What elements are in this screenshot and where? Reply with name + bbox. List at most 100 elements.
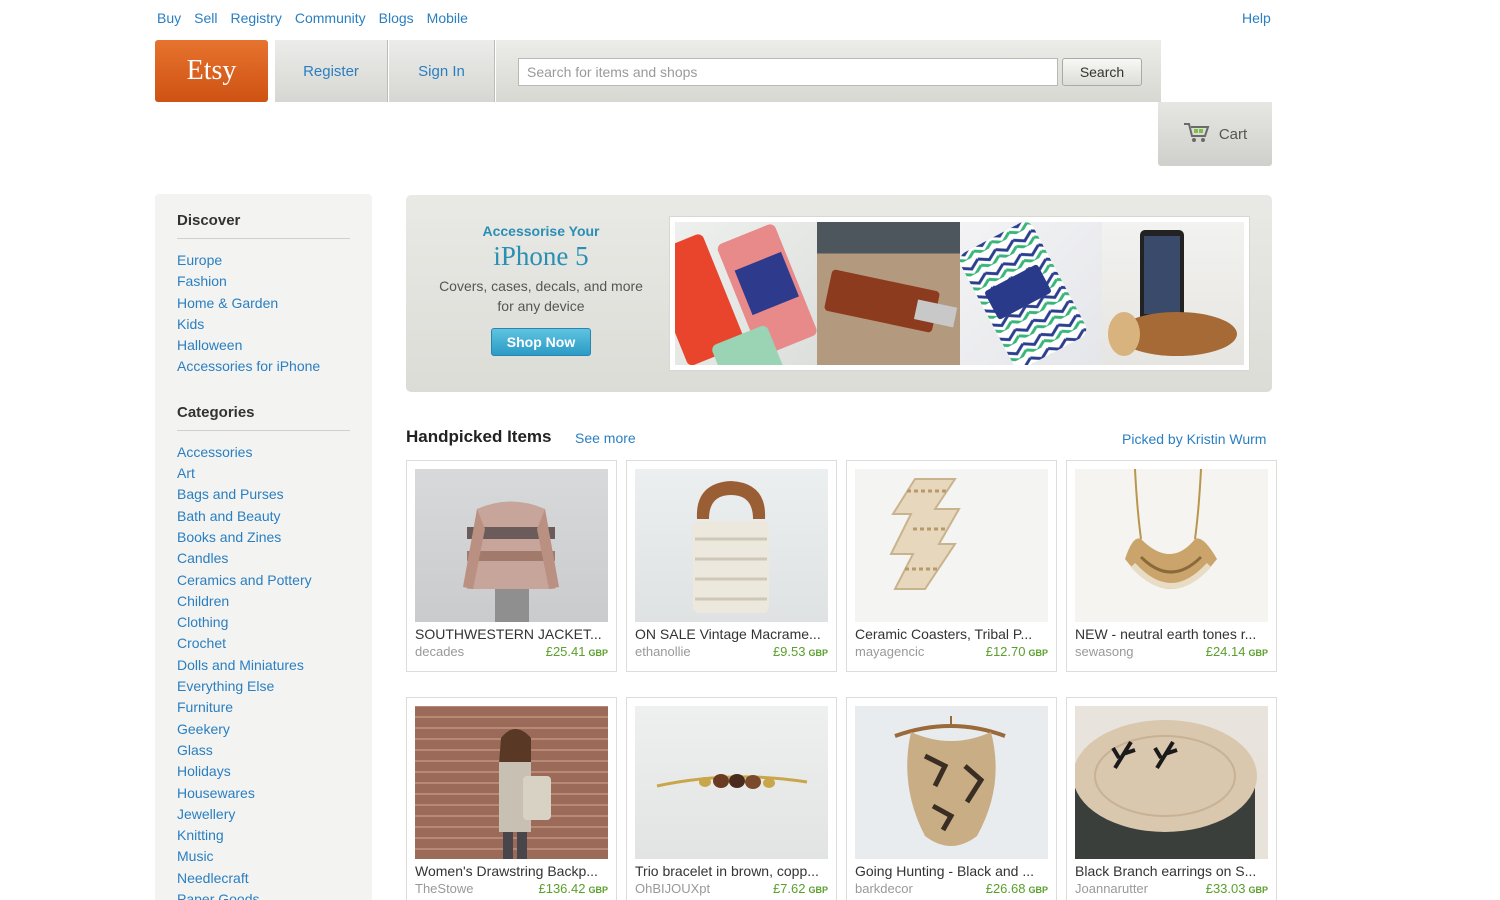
item-title[interactable]: Ceramic Coasters, Tribal P... bbox=[855, 626, 1048, 643]
item-image[interactable] bbox=[415, 706, 608, 859]
item-title[interactable]: Trio bracelet in brown, copp... bbox=[635, 863, 828, 880]
category-item[interactable]: Glass bbox=[177, 740, 350, 761]
item-meta: sewasong £24.14 GBP bbox=[1075, 644, 1268, 659]
item-image[interactable] bbox=[1075, 706, 1268, 859]
category-item[interactable]: Dolls and Miniatures bbox=[177, 655, 350, 676]
item-shop[interactable]: Joannarutter bbox=[1075, 881, 1148, 896]
sign-in-button[interactable]: Sign In bbox=[389, 40, 495, 102]
item-shop[interactable]: mayagencic bbox=[855, 644, 924, 659]
category-item[interactable]: Crochet bbox=[177, 633, 350, 654]
category-item[interactable]: Accessories bbox=[177, 442, 350, 463]
category-item[interactable]: Bath and Beauty bbox=[177, 506, 350, 527]
item-card[interactable]: SOUTHWESTERN JACKET... decades £25.41 GBP bbox=[406, 460, 617, 672]
category-item[interactable]: Geekery bbox=[177, 719, 350, 740]
nav-mobile[interactable]: Mobile bbox=[427, 10, 468, 26]
category-item[interactable]: Everything Else bbox=[177, 676, 350, 697]
item-price-value: £9.53 bbox=[772, 644, 806, 659]
item-shop[interactable]: sewasong bbox=[1075, 644, 1134, 659]
register-button[interactable]: Register bbox=[275, 40, 388, 102]
category-item[interactable]: Needlecraft bbox=[177, 868, 350, 889]
category-item[interactable]: Knitting bbox=[177, 825, 350, 846]
category-item[interactable]: Ceramics and Pottery bbox=[177, 570, 350, 591]
category-item[interactable]: Candles bbox=[177, 548, 350, 569]
nav-community[interactable]: Community bbox=[295, 10, 366, 26]
top-nav: Buy Sell Registry Community Blogs Mobile bbox=[157, 10, 468, 26]
search-input[interactable] bbox=[518, 58, 1058, 86]
item-price: £136.42 GBP bbox=[538, 881, 608, 896]
item-currency: GBP bbox=[1028, 885, 1048, 895]
item-card[interactable]: ON SALE Vintage Macrame... ethanollie £9… bbox=[626, 460, 837, 672]
category-item[interactable]: Holidays bbox=[177, 761, 350, 782]
item-card[interactable]: Ceramic Coasters, Tribal P... mayagencic… bbox=[846, 460, 1057, 672]
item-meta: TheStowe £136.42 GBP bbox=[415, 881, 608, 896]
item-image[interactable] bbox=[855, 469, 1048, 622]
etsy-logo[interactable]: Etsy bbox=[155, 40, 268, 102]
help-link[interactable]: Help bbox=[1242, 10, 1271, 26]
item-image[interactable] bbox=[415, 469, 608, 622]
cart-button[interactable]: Cart bbox=[1158, 102, 1272, 166]
item-title[interactable]: ON SALE Vintage Macrame... bbox=[635, 626, 828, 643]
category-item[interactable]: Art bbox=[177, 463, 350, 484]
item-image[interactable] bbox=[855, 706, 1048, 859]
discover-item-iphone-accessories[interactable]: Accessories for iPhone bbox=[177, 356, 350, 377]
item-title[interactable]: Going Hunting - Black and ... bbox=[855, 863, 1048, 880]
promo-banner: Accessorise Your iPhone 5 Covers, cases,… bbox=[406, 195, 1272, 392]
discover-item-halloween[interactable]: Halloween bbox=[177, 335, 350, 356]
item-price: £33.03 GBP bbox=[1206, 881, 1268, 896]
categories-list: Accessories Art Bags and Purses Bath and… bbox=[177, 442, 350, 900]
item-image[interactable] bbox=[1075, 469, 1268, 622]
item-price: £24.14 GBP bbox=[1206, 644, 1268, 659]
handpicked-title: Handpicked Items bbox=[406, 427, 552, 446]
item-meta: OhBIJOUXpt £7.62 GBP bbox=[635, 881, 828, 896]
category-item[interactable]: Paper Goods bbox=[177, 889, 350, 900]
item-card[interactable]: Women's Drawstring Backp... TheStowe £13… bbox=[406, 697, 617, 900]
item-currency: GBP bbox=[588, 885, 608, 895]
item-price-value: £26.68 bbox=[985, 881, 1026, 896]
nav-blogs[interactable]: Blogs bbox=[379, 10, 414, 26]
category-item[interactable]: Books and Zines bbox=[177, 527, 350, 548]
item-shop[interactable]: OhBIJOUXpt bbox=[635, 881, 710, 896]
item-price-value: £24.14 bbox=[1205, 644, 1246, 659]
item-image[interactable] bbox=[635, 469, 828, 622]
item-currency: GBP bbox=[588, 648, 608, 658]
category-item[interactable]: Jewellery bbox=[177, 804, 350, 825]
item-image[interactable] bbox=[635, 706, 828, 859]
discover-item-europe[interactable]: Europe bbox=[177, 250, 350, 271]
item-shop[interactable]: TheStowe bbox=[415, 881, 474, 896]
category-item[interactable]: Clothing bbox=[177, 612, 350, 633]
handpicked-grid: SOUTHWESTERN JACKET... decades £25.41 GBP… bbox=[406, 460, 1277, 900]
item-shop[interactable]: barkdecor bbox=[855, 881, 913, 896]
category-item[interactable]: Furniture bbox=[177, 697, 350, 718]
item-card[interactable]: NEW - neutral earth tones r... sewasong … bbox=[1066, 460, 1277, 672]
banner-photo-chevron-case bbox=[959, 222, 1102, 365]
item-card[interactable]: Black Branch earrings on S... Joannarutt… bbox=[1066, 697, 1277, 900]
search-button[interactable]: Search bbox=[1062, 58, 1142, 86]
category-item[interactable]: Housewares bbox=[177, 783, 350, 804]
item-title[interactable]: Black Branch earrings on S... bbox=[1075, 863, 1268, 880]
shop-now-button[interactable]: Shop Now bbox=[491, 328, 591, 356]
category-item[interactable]: Bags and Purses bbox=[177, 484, 350, 505]
item-meta: ethanollie £9.53 GBP bbox=[635, 644, 828, 659]
item-title[interactable]: SOUTHWESTERN JACKET... bbox=[415, 626, 608, 643]
item-shop[interactable]: decades bbox=[415, 644, 464, 659]
item-currency: GBP bbox=[808, 885, 828, 895]
banner-photos[interactable] bbox=[669, 216, 1250, 371]
discover-item-home-garden[interactable]: Home & Garden bbox=[177, 293, 350, 314]
item-meta: barkdecor £26.68 GBP bbox=[855, 881, 1048, 896]
nav-sell[interactable]: Sell bbox=[194, 10, 217, 26]
item-shop[interactable]: ethanollie bbox=[635, 644, 691, 659]
item-card[interactable]: Going Hunting - Black and ... barkdecor … bbox=[846, 697, 1057, 900]
categories-heading: Categories bbox=[177, 404, 350, 431]
discover-item-fashion[interactable]: Fashion bbox=[177, 271, 350, 292]
category-item[interactable]: Children bbox=[177, 591, 350, 612]
item-card[interactable]: Trio bracelet in brown, copp... OhBIJOUX… bbox=[626, 697, 837, 900]
banner-photo-painted-cases bbox=[675, 222, 818, 365]
picked-by-link[interactable]: Picked by Kristin Wurm bbox=[1122, 431, 1266, 447]
nav-buy[interactable]: Buy bbox=[157, 10, 181, 26]
item-title[interactable]: Women's Drawstring Backp... bbox=[415, 863, 608, 880]
item-title[interactable]: NEW - neutral earth tones r... bbox=[1075, 626, 1268, 643]
category-item[interactable]: Music bbox=[177, 846, 350, 867]
see-more-link[interactable]: See more bbox=[575, 430, 636, 446]
discover-item-kids[interactable]: Kids bbox=[177, 314, 350, 335]
nav-registry[interactable]: Registry bbox=[230, 10, 281, 26]
